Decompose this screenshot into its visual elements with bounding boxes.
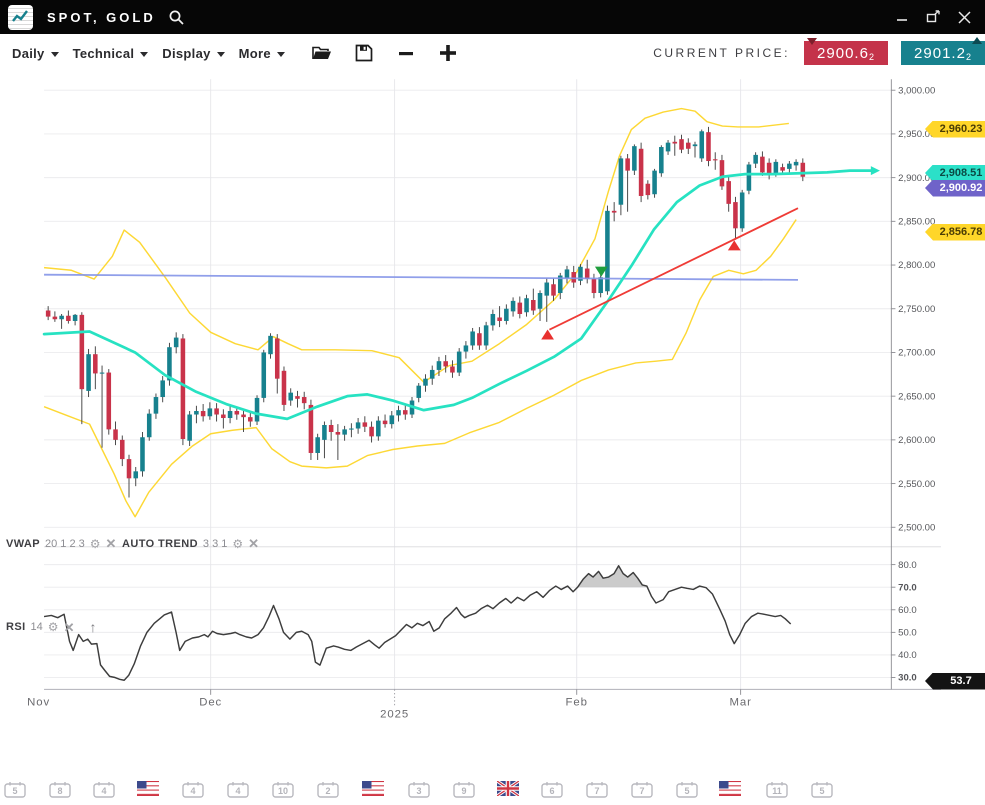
chart-area: 3,000.00 2,950.00 2,900.00 2,850.00 2,800.00… [0,72,985,805]
svg-text:40.0: 40.0 [898,650,917,661]
search-icon[interactable] [168,9,185,26]
current-price-label: CURRENT PRICE: [653,46,790,60]
vwap-line [44,275,798,280]
price-axis-labels: 3,000.00 2,950.00 2,900.00 2,850.00 2,800.00… [891,85,935,683]
svg-text:2,950.00: 2,950.00 [898,129,935,140]
svg-text:2,750.00: 2,750.00 [898,304,935,315]
menu-technical[interactable]: Technical [73,46,149,61]
symbol-title: SPOT, GOLD [47,10,156,25]
close-icon[interactable]: ✕ [106,537,117,550]
arrow-down-icon [807,38,817,45]
window-titlebar: SPOT, GOLD [0,0,985,34]
ask-price-badge: 2901.22 [901,41,985,65]
svg-text:2,600.00: 2,600.00 [898,435,935,446]
svg-text:3,000.00: 3,000.00 [898,85,935,96]
restore-icon[interactable] [922,6,944,28]
svg-text:70.0: 70.0 [898,582,917,593]
bollinger-bands [44,109,796,517]
minimize-icon[interactable] [891,6,913,28]
svg-text:30.0: 30.0 [898,673,917,684]
svg-text:2,700.00: 2,700.00 [898,348,935,359]
buy-signal-marker[interactable] [541,330,554,340]
gear-icon[interactable]: ⚙ [232,538,243,550]
close-icon[interactable]: ✕ [248,537,259,550]
save-icon[interactable] [353,42,375,64]
zoom-in-icon[interactable] [437,42,459,64]
open-folder-icon[interactable] [311,42,333,64]
chevron-down-icon [140,52,148,57]
vwap-indicator-legend: VWAP 20 1 2 3 ⚙ ✕ [6,537,116,550]
menu-more[interactable]: More [239,46,285,61]
svg-text:2,800.00: 2,800.00 [898,260,935,271]
chevron-down-icon [277,52,285,57]
bid-price-badge: 2900.62 [804,41,888,65]
rsi-indicator-legend: RSI 14 ⚙ ✕ ↑ [6,619,96,635]
time-axis-labels: Nov Dec 2025 Feb Mar [27,689,752,720]
close-icon[interactable] [953,6,975,28]
gear-icon[interactable]: ⚙ [48,621,59,633]
svg-text:50.0: 50.0 [898,628,917,639]
svg-text:Nov: Nov [27,697,50,709]
chevron-down-icon [51,52,59,57]
window-controls [891,6,975,28]
current-price-group: CURRENT PRICE: 2900.62 2901.22 [653,41,985,65]
menu-display[interactable]: Display [162,46,224,61]
menu-timeframe[interactable]: Daily [12,46,59,61]
svg-text:2,900.00: 2,900.00 [898,173,935,184]
auto-trend-indicator-legend: AUTO TREND 3 3 1 ⚙ ✕ [122,537,259,550]
arrow-up-icon [972,37,982,44]
svg-text:60.0: 60.0 [898,605,917,616]
svg-text:2,550.00: 2,550.00 [898,479,935,490]
move-pane-up-icon[interactable]: ↑ [89,619,96,635]
svg-text:2,650.00: 2,650.00 [898,391,935,402]
svg-text:Mar: Mar [729,697,751,709]
close-icon[interactable]: ✕ [64,621,75,634]
price-chart-canvas[interactable]: 3,000.00 2,950.00 2,900.00 2,850.00 2,800.00… [0,72,985,805]
gear-icon[interactable]: ⚙ [90,538,101,550]
svg-text:80.0: 80.0 [898,560,917,571]
svg-text:2,500.00: 2,500.00 [898,522,935,533]
svg-text:2025: 2025 [380,709,409,721]
svg-text:2,850.00: 2,850.00 [898,217,935,228]
candlestick-series [46,127,805,498]
svg-text:Feb: Feb [566,697,588,709]
svg-text:Dec: Dec [199,697,222,709]
chart-toolbar: Daily Technical Display More CURRENT PRI… [0,34,985,73]
chevron-down-icon [217,52,225,57]
app-logo-icon [8,5,33,30]
zoom-out-icon[interactable] [395,42,417,64]
